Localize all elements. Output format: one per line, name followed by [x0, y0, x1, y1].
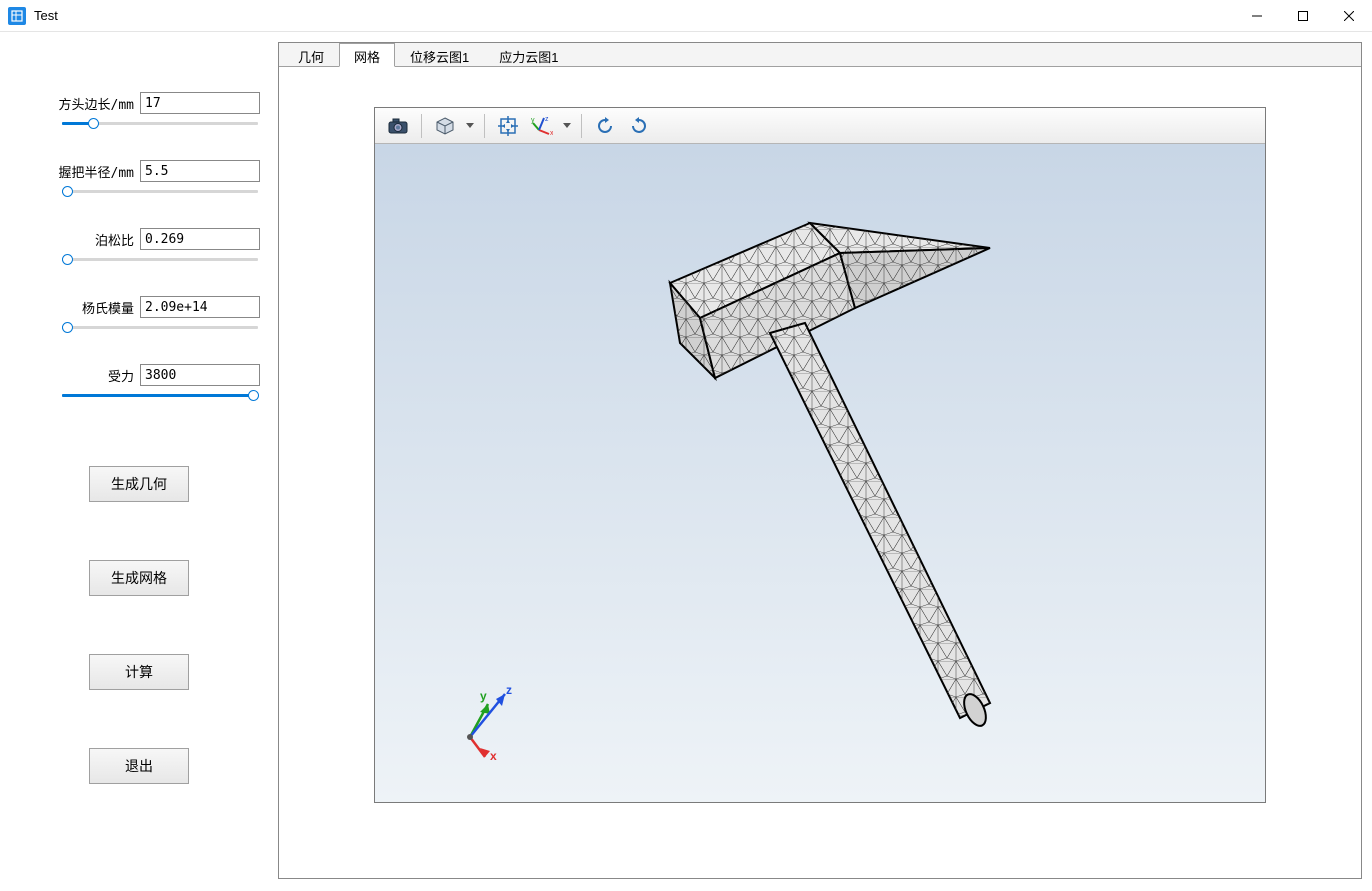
- param-row-young-modulus: 杨氏模量: [18, 296, 260, 318]
- force-slider[interactable]: [18, 388, 260, 406]
- minimize-button[interactable]: [1234, 0, 1280, 32]
- svg-text:z: z: [545, 116, 549, 123]
- param-label: 杨氏模量: [18, 298, 140, 317]
- axes-dropdown[interactable]: [561, 123, 573, 128]
- hammer-mesh: [560, 193, 1080, 753]
- head-length-input[interactable]: [140, 92, 260, 114]
- viewport-frame: x y z: [374, 107, 1266, 803]
- param-row-grip-radius: 握把半径/mm: [18, 160, 260, 182]
- tab-geometry[interactable]: 几何: [283, 43, 339, 67]
- button-column: 生成几何 生成网格 计算 退出: [18, 466, 260, 784]
- toolbar-separator: [581, 114, 582, 138]
- param-label: 泊松比: [18, 230, 140, 249]
- svg-text:y: y: [531, 117, 535, 124]
- tab-mesh[interactable]: 网格: [339, 43, 395, 67]
- fit-view-icon[interactable]: [493, 112, 523, 140]
- maximize-button[interactable]: [1280, 0, 1326, 32]
- poisson-input[interactable]: [140, 228, 260, 250]
- toolbar-separator: [421, 114, 422, 138]
- main-area: 方头边长/mm 握把半径/mm 泊松比 杨氏模量: [0, 32, 1372, 891]
- generate-geometry-button[interactable]: 生成几何: [89, 466, 189, 502]
- axes-icon[interactable]: x y z: [527, 112, 557, 140]
- param-label: 受力: [18, 366, 140, 385]
- param-row-poisson: 泊松比: [18, 228, 260, 250]
- app-icon: [8, 7, 26, 25]
- axis-gizmo: x y z: [450, 682, 520, 762]
- tab-body: x y z: [279, 67, 1361, 878]
- tab-displacement-contour[interactable]: 位移云图1: [395, 43, 484, 67]
- svg-text:x: x: [550, 130, 553, 136]
- compute-button[interactable]: 计算: [89, 654, 189, 690]
- viewport-3d[interactable]: x y z: [375, 144, 1265, 802]
- view-cube-icon[interactable]: [430, 112, 460, 140]
- view-cube-dropdown[interactable]: [464, 123, 476, 128]
- generate-mesh-button[interactable]: 生成网格: [89, 560, 189, 596]
- young-modulus-slider[interactable]: [18, 320, 260, 338]
- param-row-head-length: 方头边长/mm: [18, 92, 260, 114]
- rotate-cw-icon[interactable]: [624, 112, 654, 140]
- sidebar: 方头边长/mm 握把半径/mm 泊松比 杨氏模量: [0, 32, 278, 891]
- content-panel: 几何 网格 位移云图1 应力云图1: [278, 42, 1362, 879]
- titlebar: Test: [0, 0, 1372, 32]
- poisson-slider[interactable]: [18, 252, 260, 270]
- tab-bar: 几何 网格 位移云图1 应力云图1: [279, 43, 1361, 67]
- viewport-toolbar: x y z: [375, 108, 1265, 144]
- head-length-slider[interactable]: [18, 116, 260, 134]
- axis-x-label: x: [490, 749, 497, 762]
- rotate-ccw-icon[interactable]: [590, 112, 620, 140]
- grip-radius-input[interactable]: [140, 160, 260, 182]
- young-modulus-input[interactable]: [140, 296, 260, 318]
- toolbar-separator: [484, 114, 485, 138]
- param-label: 方头边长/mm: [18, 94, 140, 113]
- window-title: Test: [34, 8, 58, 23]
- camera-icon[interactable]: [383, 112, 413, 140]
- exit-button[interactable]: 退出: [89, 748, 189, 784]
- force-input[interactable]: [140, 364, 260, 386]
- axis-y-label: y: [480, 689, 487, 703]
- param-row-force: 受力: [18, 364, 260, 386]
- grip-radius-slider[interactable]: [18, 184, 260, 202]
- param-label: 握把半径/mm: [18, 162, 140, 181]
- axis-z-label: z: [506, 683, 512, 697]
- tab-stress-contour[interactable]: 应力云图1: [484, 43, 573, 67]
- close-button[interactable]: [1326, 0, 1372, 32]
